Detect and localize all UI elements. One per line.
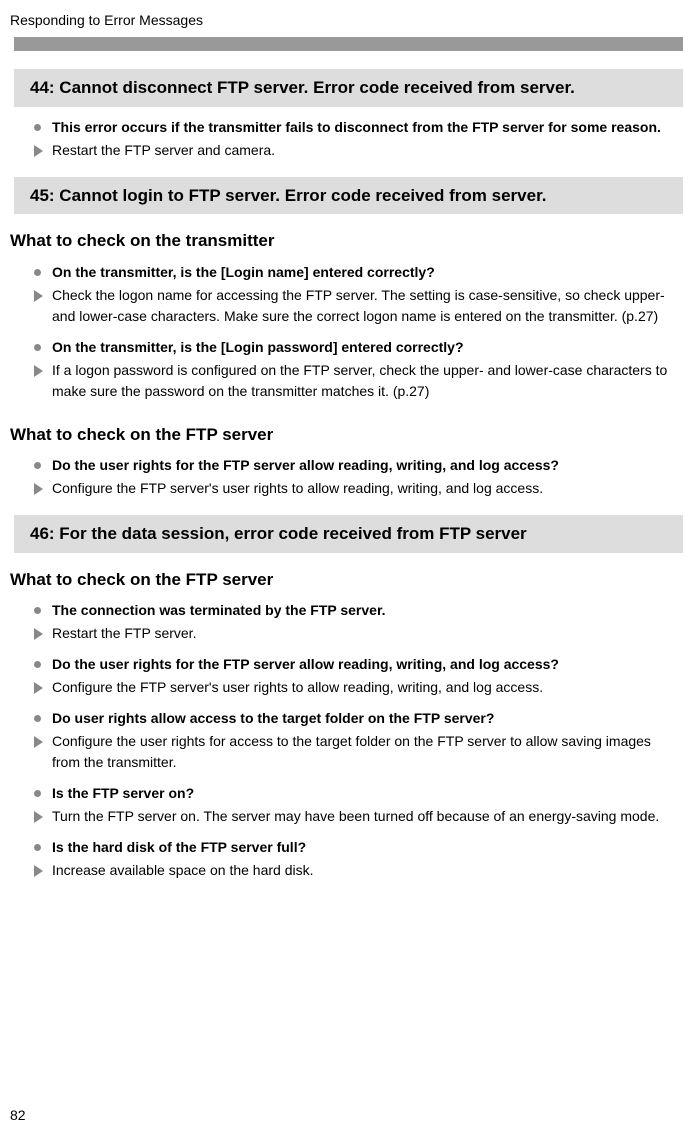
list-item: Is the FTP server on? [34,783,677,804]
error-title: 45: Cannot login to FTP server. Error co… [14,177,683,215]
list-container: On the transmitter, is the [Login name] … [0,262,697,418]
section-heading: What to check on the FTP server [0,418,697,456]
list-item: The connection was terminated by the FTP… [34,600,677,621]
list-container: Do the user rights for the FTP server al… [0,455,697,515]
section-heading: What to check on the transmitter [0,224,697,262]
spacer [34,775,677,783]
list-item: Do the user rights for the FTP server al… [34,654,677,675]
list-item: Restart the FTP server and camera. [34,140,677,161]
list-item: Turn the FTP server on. The server may h… [34,806,677,827]
spacer [34,646,677,654]
list-item: On the transmitter, is the [Login name] … [34,262,677,283]
list-item: This error occurs if the transmitter fai… [34,117,677,138]
page-number: 82 [10,1105,26,1126]
error-title: 46: For the data session, error code rec… [14,515,683,553]
spacer [34,700,677,708]
list-item: Configure the FTP server's user rights t… [34,677,677,698]
list-item: Do the user rights for the FTP server al… [34,455,677,476]
header-divider [14,37,683,51]
list-container: The connection was terminated by the FTP… [0,600,697,897]
list-item: Increase available space on the hard dis… [34,860,677,881]
section-heading: What to check on the FTP server [0,563,697,601]
list-item: Check the logon name for accessing the F… [34,285,677,327]
list-item: Restart the FTP server. [34,623,677,644]
list-item: If a logon password is configured on the… [34,360,677,402]
list-container: This error occurs if the transmitter fai… [0,117,697,177]
list-item: Configure the user rights for access to … [34,731,677,773]
spacer [34,829,677,837]
list-item: Configure the FTP server's user rights t… [34,478,677,499]
error-title: 44: Cannot disconnect FTP server. Error … [14,69,683,107]
page-header-text: Responding to Error Messages [0,0,697,37]
list-item: Is the hard disk of the FTP server full? [34,837,677,858]
list-item: Do user rights allow access to the targe… [34,708,677,729]
content-area: 44: Cannot disconnect FTP server. Error … [0,69,697,897]
list-item: On the transmitter, is the [Login passwo… [34,337,677,358]
spacer [34,329,677,337]
